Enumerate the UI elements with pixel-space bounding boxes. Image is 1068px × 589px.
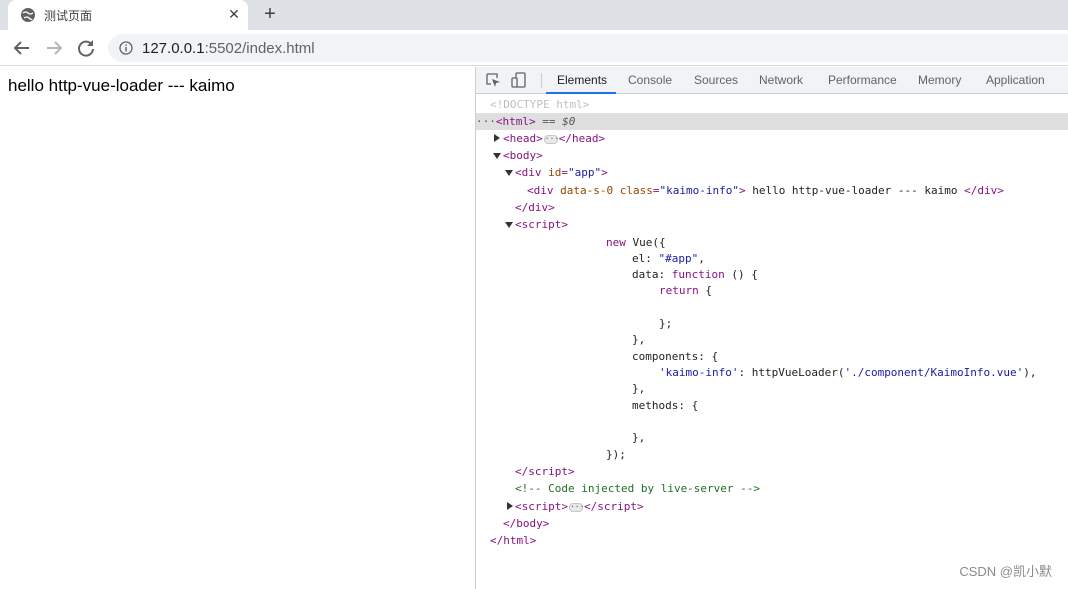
doctype-text: <!DOCTYPE html>	[490, 98, 590, 111]
collapse-div-icon[interactable]	[505, 170, 513, 176]
doctype-node[interactable]: <!DOCTYPE html>	[490, 96, 589, 113]
html-close-tag: </html>	[490, 534, 537, 547]
tab-console[interactable]: Console	[628, 67, 672, 94]
devtools-panel: Elements Console Sources Network Perform…	[475, 67, 1068, 589]
reload-icon[interactable]	[75, 37, 97, 59]
inspect-element-icon[interactable]	[485, 72, 501, 88]
script-node-collapsed[interactable]: <script> ···</script>	[515, 498, 644, 515]
device-toolbar-icon[interactable]	[511, 72, 527, 88]
script-line: });	[606, 448, 626, 461]
script-line: },	[632, 333, 646, 346]
html-node-selected[interactable]: ···<html> == $0	[476, 113, 1068, 130]
script-node[interactable]: <script>	[515, 216, 568, 233]
comment-node[interactable]: <!-- Code injected by live-server -->	[515, 480, 760, 497]
expand-script-icon[interactable]	[507, 502, 513, 510]
tab-memory[interactable]: Memory	[918, 67, 961, 94]
script-line: new Vue({	[606, 236, 666, 249]
back-arrow-icon[interactable]	[11, 37, 33, 59]
devtools-tabbar: Elements Console Sources Network Perform…	[476, 67, 1068, 94]
script-line: methods: {	[632, 399, 699, 412]
script-line: },	[632, 431, 646, 444]
script-line: el: "#app",	[632, 252, 705, 265]
tab-elements[interactable]: Elements	[557, 67, 607, 94]
expand-head-icon[interactable]	[494, 134, 500, 142]
collapsed-ellipsis-icon[interactable]: ···	[543, 134, 559, 144]
tab-strip: 测试页面 ✕ +	[0, 0, 1068, 30]
url-text[interactable]: 127.0.0.1:5502/index.html	[142, 40, 315, 57]
selected-marker: == $0	[535, 115, 576, 128]
script-line: },	[632, 382, 646, 395]
url-path: :5502/index.html	[204, 40, 315, 57]
div-app-node[interactable]: <div id="app">	[515, 164, 608, 181]
tab-application[interactable]: Application	[986, 67, 1045, 94]
forward-arrow-icon[interactable]	[43, 37, 65, 59]
page-viewport: hello http-vue-loader --- kaimo	[0, 67, 475, 589]
collapse-script-icon[interactable]	[505, 222, 513, 228]
globe-icon	[21, 8, 35, 22]
url-host: 127.0.0.1	[142, 40, 205, 57]
tab-network[interactable]: Network	[759, 67, 803, 94]
address-bar[interactable]: 127.0.0.1:5502/index.html	[108, 34, 1068, 62]
tab-performance[interactable]: Performance	[828, 67, 897, 94]
script-line: };	[659, 317, 673, 330]
collapsed-ellipsis-icon[interactable]: ···	[568, 502, 584, 512]
script-line: return {	[659, 284, 712, 297]
comment-text: <!-- Code injected by live-server -->	[515, 482, 761, 495]
script-line: data: function () {	[632, 268, 758, 281]
tab-close-icon[interactable]: ✕	[226, 6, 242, 22]
div-close-tag: </div>	[515, 201, 555, 214]
devtools-separator	[541, 73, 542, 88]
script-line: components: {	[632, 350, 719, 363]
new-tab-button[interactable]: +	[259, 4, 281, 26]
body-close-tag: </body>	[503, 517, 550, 530]
div-kaimo-info-node[interactable]: <div data-s-0 class="kaimo-info"> hello …	[527, 182, 1004, 199]
body-node[interactable]: <body>	[503, 147, 543, 164]
tab-sources[interactable]: Sources	[694, 67, 738, 94]
head-node[interactable]: <head> ···</head>	[503, 130, 605, 147]
page-hello-text: hello http-vue-loader --- kaimo	[8, 76, 235, 95]
div-text-content: hello http-vue-loader --- kaimo	[745, 184, 965, 197]
tab-title: 测试页面	[44, 9, 93, 23]
browser-tab[interactable]: 测试页面 ✕	[8, 0, 248, 30]
csdn-watermark: CSDN @凯小默	[959, 564, 1052, 579]
script-close-tag: </script>	[515, 465, 575, 478]
collapse-body-icon[interactable]	[493, 153, 501, 159]
elements-tree: <!DOCTYPE html> ···<html> == $0 <head> ··…	[476, 94, 1068, 589]
browser-toolbar: 127.0.0.1:5502/index.html	[0, 30, 1068, 66]
browser-window: 测试页面 ✕ + 127.0.0.1:5502/index.html hello…	[0, 0, 1068, 589]
info-icon[interactable]	[119, 41, 133, 55]
script-line: 'kaimo-info': httpVueLoader('./component…	[659, 366, 1037, 379]
